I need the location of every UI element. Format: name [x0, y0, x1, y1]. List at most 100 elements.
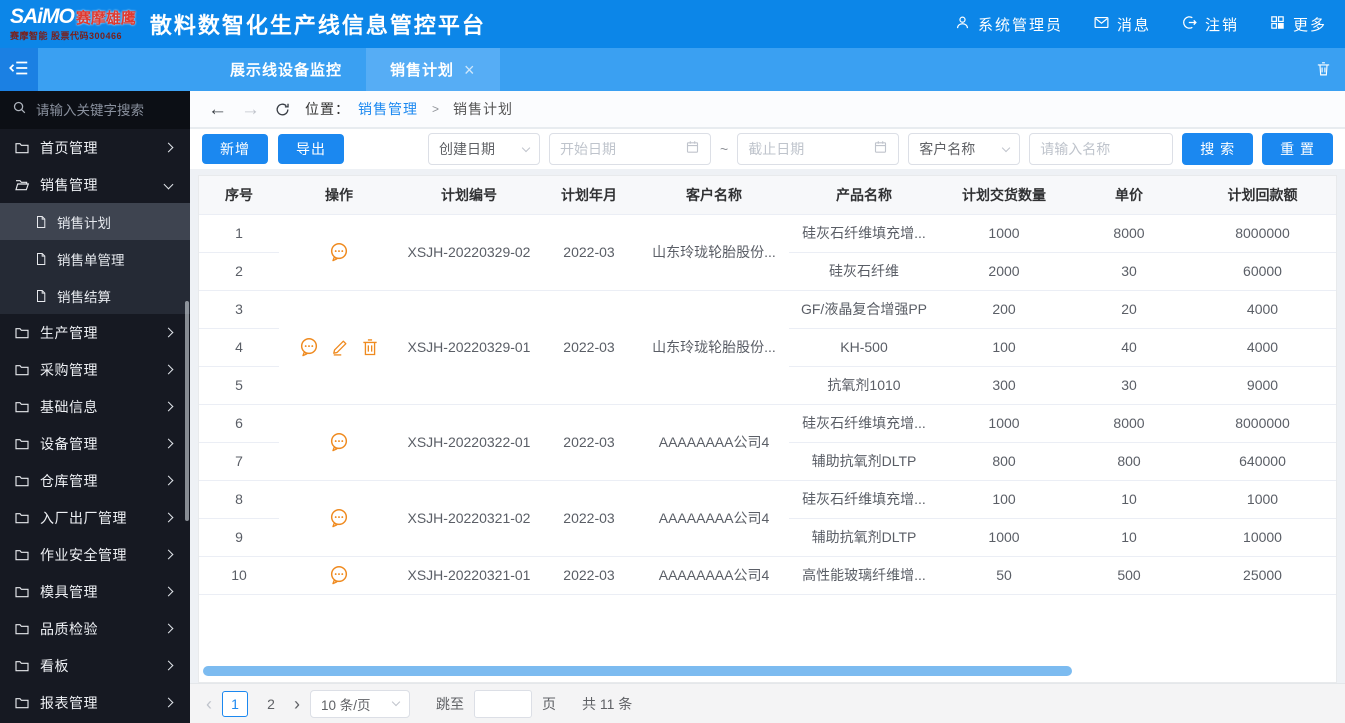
product-cell: 辅助抗氧剂DLTP: [789, 442, 939, 481]
sidebar-subitem[interactable]: 销售单管理: [0, 240, 190, 277]
chevron-right-icon: [163, 697, 174, 708]
start-date-input[interactable]: [560, 141, 680, 157]
price-cell: 500: [1069, 556, 1189, 595]
sidebar-item[interactable]: 设备管理: [0, 425, 190, 462]
comment-icon[interactable]: [328, 564, 350, 586]
customer-cell: AAAAAAAA公司4: [639, 556, 789, 595]
refresh-icon[interactable]: [274, 101, 291, 118]
back-arrow-icon[interactable]: ←: [208, 100, 227, 119]
sidebar-item[interactable]: 入厂出厂管理: [0, 499, 190, 536]
messages-menu[interactable]: 消息: [1093, 14, 1151, 35]
sidebar-item-label: 仓库管理: [40, 472, 98, 489]
search-button[interactable]: 搜 索: [1182, 133, 1254, 165]
amount-cell: 4000: [1189, 290, 1336, 329]
comment-icon[interactable]: [328, 241, 350, 263]
table-row[interactable]: 8 XSJH-20220321-02 2022-03 AAAAAAAA公司4 硅灰石纤维…: [199, 480, 1336, 557]
field-select[interactable]: 客户名称: [908, 133, 1021, 165]
plan-month-cell: 2022-03: [539, 556, 639, 595]
row-index-cell: 2: [199, 252, 279, 291]
total-count: 共 11 条: [582, 695, 633, 712]
export-button[interactable]: 导出: [278, 134, 344, 164]
user-menu[interactable]: 系统管理员: [954, 14, 1063, 35]
add-button[interactable]: 新增: [202, 134, 268, 164]
price-cell: 40: [1069, 328, 1189, 367]
more-menu[interactable]: 更多: [1269, 14, 1327, 35]
sidebar-item[interactable]: 生产管理: [0, 314, 190, 351]
comment-icon[interactable]: [328, 507, 350, 529]
sidebar-item-label: 采购管理: [40, 361, 98, 378]
plan-month-cell: 2022-03: [539, 290, 639, 405]
sidebar-item[interactable]: 首页管理: [0, 129, 190, 166]
folder-icon: [14, 695, 30, 711]
file-icon: [34, 215, 48, 229]
sidebar-item[interactable]: 仓库管理: [0, 462, 190, 499]
next-page-icon[interactable]: ›: [294, 695, 300, 713]
name-input[interactable]: [1040, 141, 1163, 157]
calendar-icon: [685, 139, 700, 159]
table-row[interactable]: 6 XSJH-20220322-01 2022-03 AAAAAAAA公司4 硅灰石纤维…: [199, 404, 1336, 481]
quantity-cell: 300: [939, 366, 1069, 405]
sidebar-item[interactable]: 采购管理: [0, 351, 190, 388]
sidebar-item[interactable]: 模具管理: [0, 573, 190, 610]
sidebar-item[interactable]: 基础信息: [0, 388, 190, 425]
tab-close-icon[interactable]: ×: [464, 61, 476, 79]
pagination-bar: ‹ 1 2 › 10 条/页 跳至 页 共 11 条: [190, 683, 1345, 723]
folder-icon: [14, 140, 30, 156]
tab-sales-plan[interactable]: 销售计划 ×: [366, 48, 500, 91]
sidebar-scrollbar[interactable]: [185, 301, 189, 521]
folder-icon: [14, 547, 30, 563]
horizontal-scrollbar[interactable]: [203, 666, 1332, 676]
jump-page-input[interactable]: [474, 689, 532, 718]
tab-device-monitor[interactable]: 展示线设备监控: [206, 48, 366, 91]
actions-cell: [279, 480, 399, 557]
calendar-icon: [873, 139, 888, 159]
actions-cell: [279, 290, 399, 405]
reset-button[interactable]: 重 置: [1262, 133, 1333, 165]
column-header: 操作: [279, 176, 399, 215]
sidebar-collapse-button[interactable]: [0, 48, 38, 91]
price-cell: 8000: [1069, 214, 1189, 253]
edit-icon[interactable]: [330, 337, 350, 357]
clear-tabs-button[interactable]: [1301, 48, 1345, 91]
price-cell: 30: [1069, 366, 1189, 405]
search-icon: [12, 100, 27, 120]
sidebar-item[interactable]: 作业安全管理: [0, 536, 190, 573]
date-type-select[interactable]: 创建日期: [428, 133, 541, 165]
chevron-right-icon: [163, 142, 174, 153]
sidebar-item[interactable]: 看板: [0, 647, 190, 684]
table-row[interactable]: 1 XSJH-20220329-02 2022-03 山东玲珑轮胎股份... 硅灰石纤维…: [199, 214, 1336, 291]
table-row[interactable]: 10 XSJH-20220321-01 2022-03 AAAAAAAA公司4 高性能玻…: [199, 556, 1336, 595]
page-number-2[interactable]: 2: [258, 691, 284, 717]
prev-page-icon[interactable]: ‹: [206, 695, 212, 713]
price-cell: 10: [1069, 480, 1189, 519]
amount-cell: 60000: [1189, 252, 1336, 291]
name-field[interactable]: [1029, 133, 1174, 165]
sidebar-item[interactable]: 报表管理: [0, 684, 190, 721]
forward-arrow-icon[interactable]: →: [241, 100, 260, 119]
sidebar-item[interactable]: 销售管理: [0, 166, 190, 203]
sidebar-subitem[interactable]: 销售计划: [0, 203, 190, 240]
page-size-select[interactable]: 10 条/页: [310, 689, 410, 718]
sidebar-search[interactable]: [0, 91, 190, 129]
sidebar-item-label: 报表管理: [40, 694, 98, 711]
breadcrumb-parent[interactable]: 销售管理: [358, 99, 418, 119]
page-number-1[interactable]: 1: [222, 690, 248, 717]
end-date-field[interactable]: [737, 133, 900, 165]
chevron-down-icon: [163, 179, 174, 190]
sidebar-subitem[interactable]: 销售结算: [0, 277, 190, 314]
start-date-field[interactable]: [549, 133, 712, 165]
price-cell: 8000: [1069, 404, 1189, 443]
product-cell: 硅灰石纤维填充增...: [789, 480, 939, 519]
comment-icon[interactable]: [298, 336, 320, 358]
comment-icon[interactable]: [328, 431, 350, 453]
delete-icon[interactable]: [360, 337, 380, 357]
column-header: 产品名称: [789, 176, 939, 215]
logout-menu[interactable]: 注销: [1181, 14, 1239, 35]
customer-cell: 山东玲珑轮胎股份...: [639, 214, 789, 291]
table-row[interactable]: 3 XSJH-20220329-01 2022-03 山东玲珑轮胎股份... GF/液晶…: [199, 290, 1336, 405]
scrollbar-thumb[interactable]: [203, 666, 1073, 676]
folder-icon: [14, 399, 30, 415]
sidebar-item[interactable]: 品质检验: [0, 610, 190, 647]
sidebar-search-input[interactable]: [36, 102, 166, 118]
end-date-input[interactable]: [748, 141, 868, 157]
